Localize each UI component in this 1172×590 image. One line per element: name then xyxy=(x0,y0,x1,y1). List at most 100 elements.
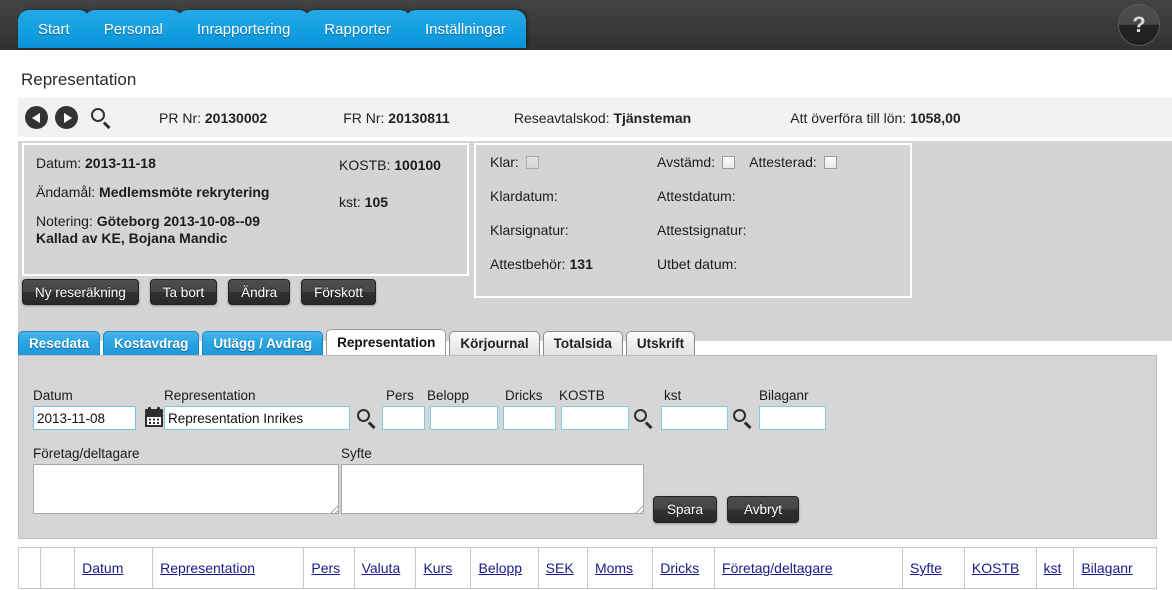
klardatum-label: Klardatum: xyxy=(490,188,558,204)
tab-korjournal[interactable]: Körjournal xyxy=(449,331,540,355)
representation-table: Datum Representation Pers Valuta Kurs Be… xyxy=(18,547,1157,589)
avbryt-button[interactable]: Avbryt xyxy=(727,496,799,523)
avstamd-checkbox[interactable] xyxy=(722,155,736,169)
bilaganr-input[interactable] xyxy=(759,406,826,430)
att-overfora-field: Att överföra till lön: 1058,00 xyxy=(790,110,960,126)
table-col-moms: Moms xyxy=(586,547,654,589)
att-overfora-value: 1058,00 xyxy=(910,109,961,126)
pers-input[interactable] xyxy=(382,406,425,430)
syfte-textarea[interactable] xyxy=(341,464,644,514)
tab-totalsida[interactable]: Totalsida xyxy=(542,331,623,355)
kst-search-icon[interactable] xyxy=(732,408,754,430)
ta-bort-button[interactable]: Ta bort xyxy=(149,279,218,305)
table-col-kostb: KOSTB xyxy=(963,547,1037,589)
representation-input[interactable] xyxy=(164,406,350,430)
nav-tab-start[interactable]: Start xyxy=(18,10,90,48)
sort-link-belopp[interactable]: Belopp xyxy=(478,560,522,576)
sort-link-kst[interactable]: kst xyxy=(1044,560,1062,576)
status-checkbox-row: Klar: Avstämd: Attesterad: xyxy=(490,154,896,170)
table-col-valuta: Valuta xyxy=(353,547,417,589)
record-info-strip: PR Nr: 20130002 FR Nr: 20130811 Reseavta… xyxy=(18,98,1172,137)
att-overfora-label: Att överföra till lön: xyxy=(790,109,907,126)
table-col-actions xyxy=(39,547,76,589)
klar-field: Klar: xyxy=(490,154,657,170)
table-col-datum: Datum xyxy=(74,547,154,589)
help-icon[interactable]: ? xyxy=(1118,4,1160,46)
form-representation-label: Representation xyxy=(164,388,256,403)
reseavtalskod-label: Reseavtalskod: xyxy=(513,109,610,126)
sort-link-sek[interactable]: SEK xyxy=(546,560,574,576)
fr-nr-value: 20130811 xyxy=(388,109,450,126)
sort-link-pers[interactable]: Pers xyxy=(311,560,340,576)
sort-link-kostb[interactable]: KOSTB xyxy=(972,560,1019,576)
sort-link-syfte[interactable]: Syfte xyxy=(910,560,942,576)
table-col-foretag: Företag/deltagare xyxy=(714,547,904,589)
klardatum-field: Klardatum: xyxy=(490,188,657,204)
sort-link-bilaganr[interactable]: Bilaganr xyxy=(1081,560,1132,576)
attestsignatur-field: Attestsignatur: xyxy=(657,222,752,238)
forskott-button[interactable]: Förskott xyxy=(301,279,376,305)
belopp-input[interactable] xyxy=(430,406,498,430)
kst-input[interactable] xyxy=(661,406,728,430)
tab-kostavdrag[interactable]: Kostavdrag xyxy=(103,331,200,355)
ny-reserakning-button[interactable]: Ny reseräkning xyxy=(22,279,139,305)
datum-input[interactable] xyxy=(33,406,136,430)
table-col-kurs: Kurs xyxy=(415,547,472,589)
foretag-deltagare-textarea[interactable] xyxy=(33,464,339,514)
sort-link-kurs[interactable]: Kurs xyxy=(423,560,452,576)
form-pers-label: Pers xyxy=(386,388,414,403)
trip-andamal-value: Medlemsmöte rekrytering xyxy=(99,184,270,200)
klar-label: Klar: xyxy=(490,154,519,170)
trip-notering-value: Göteborg 2013-10-08--09 xyxy=(96,213,261,229)
tab-utskrift[interactable]: Utskrift xyxy=(625,331,696,355)
sort-link-moms[interactable]: Moms xyxy=(595,560,633,576)
form-kst-label: kst xyxy=(664,388,682,403)
table-col-pers: Pers xyxy=(303,547,355,589)
trip-kostb-label: KOSTB: xyxy=(339,157,391,173)
form-syfte-label: Syfte xyxy=(341,446,372,461)
nav-tab-personal[interactable]: Personal xyxy=(83,10,183,48)
sort-link-foretag[interactable]: Företag/deltagare xyxy=(722,560,833,576)
klarsignatur-label: Klarsignatur: xyxy=(490,222,569,238)
sort-link-dricks[interactable]: Dricks xyxy=(660,560,699,576)
fr-nr-label: FR Nr: xyxy=(343,109,385,126)
tab-resedata[interactable]: Resedata xyxy=(18,331,101,355)
attestbehor-value: 131 xyxy=(569,256,593,272)
andra-button[interactable]: Ändra xyxy=(228,279,291,305)
dricks-input[interactable] xyxy=(503,406,556,430)
kostb-input[interactable] xyxy=(561,406,629,430)
next-arrow-icon[interactable] xyxy=(55,106,78,129)
sort-link-representation[interactable]: Representation xyxy=(160,560,255,576)
search-icon[interactable] xyxy=(89,106,113,130)
attestbehor-label: Attestbehör: xyxy=(490,256,566,272)
previous-arrow-icon[interactable] xyxy=(25,106,48,129)
trip-kostb-row: KOSTB: 100100 xyxy=(339,157,441,173)
nav-tab-installningar[interactable]: Inställningar xyxy=(405,10,526,48)
page-title: Representation xyxy=(21,70,137,89)
record-action-buttons: Ny reseräkning Ta bort Ändra Förskott xyxy=(22,279,376,305)
table-col-representation: Representation xyxy=(152,547,305,589)
representation-search-icon[interactable] xyxy=(356,408,378,430)
approval-status-panel: Klar: Avstämd: Attesterad: Klardatum: At… xyxy=(474,143,912,298)
record-navigation xyxy=(25,106,113,130)
table-col-syfte: Syfte xyxy=(902,547,965,589)
attestsignatur-label: Attestsignatur: xyxy=(657,222,747,238)
sort-link-valuta[interactable]: Valuta xyxy=(362,560,401,576)
pr-nr-label: PR Nr: xyxy=(159,109,201,126)
nav-tab-inrapportering[interactable]: Inrapportering xyxy=(176,10,311,48)
tab-utlagg-avdrag[interactable]: Utlägg / Avdrag xyxy=(202,331,324,355)
attesterad-checkbox[interactable] xyxy=(823,155,837,169)
nav-tab-rapporter[interactable]: Rapporter xyxy=(304,10,411,48)
spara-button[interactable]: Spara xyxy=(653,496,717,523)
sort-link-datum[interactable]: Datum xyxy=(82,560,123,576)
top-navigation-bar: Start Personal Inrapportering Rapporter … xyxy=(0,0,1172,50)
reseavtalskod-field: Reseavtalskod: Tjänsteman xyxy=(514,110,691,126)
utbet-datum-label: Utbet datum: xyxy=(657,256,738,272)
reseavtalskod-value: Tjänsteman xyxy=(613,109,692,126)
klar-checkbox[interactable] xyxy=(525,155,539,169)
calendar-icon[interactable] xyxy=(145,407,163,427)
kostb-search-icon[interactable] xyxy=(633,408,655,430)
tab-representation[interactable]: Representation xyxy=(326,329,447,355)
attestbehor-field: Attestbehör: 131 xyxy=(490,256,657,272)
table-col-sek: SEK xyxy=(537,547,588,589)
